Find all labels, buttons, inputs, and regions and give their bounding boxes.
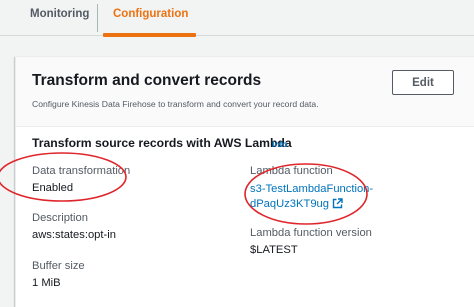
tab-configuration[interactable]: Configuration [113, 8, 188, 20]
lambda-function-label: Lambda function [250, 165, 333, 177]
description-value: aws:states:opt-in [32, 229, 116, 241]
section-title: Transform source records with AWS Lambda [32, 136, 292, 150]
lambda-version-label: Lambda function version [250, 227, 372, 239]
tab-monitoring[interactable]: Monitoring [30, 8, 89, 20]
lambda-version-value: $LATEST [250, 244, 298, 256]
transform-panel: Transform and convert records Configure … [15, 56, 474, 307]
buffer-size-label: Buffer size [32, 260, 85, 272]
panel-header: Transform and convert records Configure … [16, 57, 474, 127]
tab-bar: Monitoring Configuration [0, 0, 474, 37]
lambda-function-link[interactable]: s3-TestLambdaFunction- dPaqUz3KT9ug [250, 182, 373, 213]
lambda-function-name-line1: s3-TestLambdaFunction- [250, 183, 374, 195]
data-transformation-value: Enabled [32, 182, 74, 194]
buffer-size-value: 1 MiB [32, 277, 61, 289]
tab-divider [97, 4, 98, 32]
lambda-function-name-line2-wrap: dPaqUz3KT9ug [250, 197, 373, 214]
description-label: Description [32, 212, 88, 224]
panel-title: Transform and convert records [32, 72, 262, 89]
edit-button[interactable]: Edit [392, 70, 454, 95]
info-link[interactable]: Info [272, 139, 288, 149]
active-tab-indicator [103, 33, 196, 37]
panel-description: Configure Kinesis Data Firehose to trans… [32, 99, 319, 109]
data-transformation-label: Data transformation [32, 165, 131, 177]
lambda-function-name-line2: dPaqUz3KT9ug [250, 197, 329, 210]
external-link-icon [332, 197, 343, 214]
